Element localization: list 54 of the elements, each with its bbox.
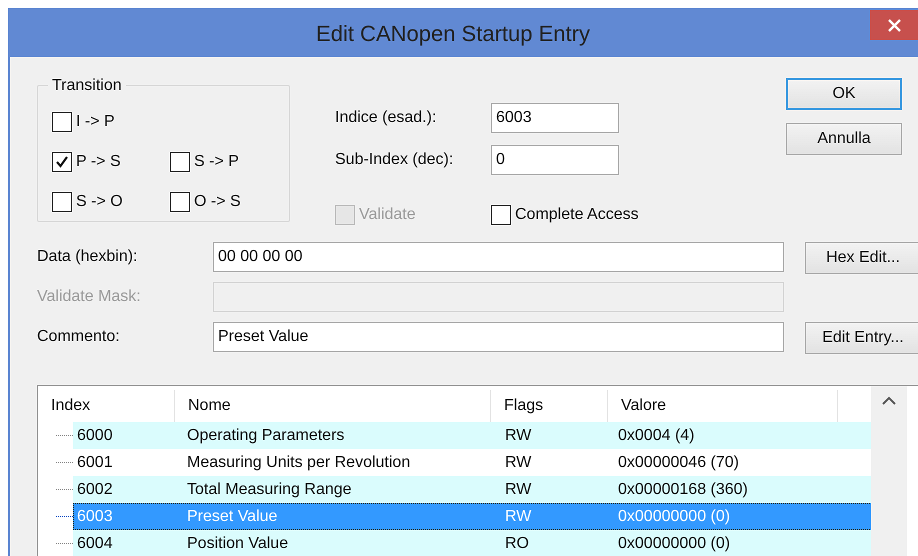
table-row[interactable]: 6002 Total Measuring Range RW 0x00000168 (360) <box>73 476 872 503</box>
flags-cell-text: RW <box>504 480 532 498</box>
checkbox-label: S -> P <box>194 153 239 171</box>
checkbox-label: I -> P <box>76 113 115 131</box>
table-row[interactable]: 6000 Operating Parameters RW 0x0004 (4) <box>73 422 872 449</box>
checkbox-label: Complete Access <box>515 206 639 224</box>
checkbox-label: Validate <box>359 206 416 224</box>
index-cell-text: 6000 <box>76 426 114 444</box>
checkbox[interactable] <box>52 152 72 172</box>
value-cell-text: 0x00000000 (0) <box>617 508 732 526</box>
name-cell-text: Operating Parameters <box>186 426 346 444</box>
field-label: Sub-Index (dec): <box>335 150 454 170</box>
checkbox-label: P -> S <box>76 153 121 171</box>
index-cell-text: 6001 <box>76 454 114 472</box>
flags-cell-text: RW <box>504 426 532 444</box>
value-cell-text: 0x0004 (4) <box>617 426 696 444</box>
flags-cell-text: RW <box>504 508 532 526</box>
value-cell-text: 0x00000046 (70) <box>617 454 740 472</box>
edit-entry-button[interactable]: Edit Entry... <box>805 322 918 354</box>
data-field[interactable]: 00 00 00 00 <box>213 242 784 272</box>
field-label: Indice (esad.): <box>335 108 438 128</box>
close-button[interactable] <box>870 10 918 40</box>
name-cell-text: Preset Value <box>186 508 278 526</box>
name-cell-text: Measuring Units per Revolution <box>186 454 412 472</box>
checkbox[interactable] <box>170 152 190 172</box>
index-field[interactable]: 6003 <box>491 103 619 133</box>
ok-button[interactable]: OK <box>786 78 902 110</box>
checkbox[interactable] <box>170 192 190 212</box>
checkbox-label: O -> S <box>194 193 241 211</box>
close-icon[interactable] <box>888 18 900 32</box>
window-title: Edit CANopen Startup Entry <box>316 20 590 46</box>
comment-field[interactable]: Preset Value <box>213 322 784 352</box>
scrollbar[interactable] <box>871 386 907 556</box>
name-cell-text: Position Value <box>186 534 290 552</box>
name-cell-text: Total Measuring Range <box>186 480 353 498</box>
index-cell-text: 6004 <box>76 534 114 552</box>
hex-edit-button[interactable]: Hex Edit... <box>805 242 918 274</box>
checkbox[interactable] <box>491 205 511 225</box>
value-cell-text: 0x00000168 (360) <box>617 480 749 498</box>
value-cell-text: 0x00000000 (0) <box>617 534 732 552</box>
field-label: Data (hexbin): <box>37 247 138 267</box>
cancel-button[interactable]: Annulla <box>786 123 902 155</box>
scroll-up-icon[interactable] <box>882 396 896 405</box>
flags-cell-text: RO <box>504 534 530 552</box>
field-label: Commento: <box>37 327 121 347</box>
checkbox[interactable] <box>52 112 72 132</box>
index-cell-text: 6002 <box>76 480 114 498</box>
index-cell-text: 6003 <box>76 508 114 526</box>
checkbox[interactable] <box>52 192 72 212</box>
table-row[interactable]: 6004 Position Value RO 0x00000000 (0) <box>73 530 872 556</box>
field-label: Validate Mask: <box>37 287 142 307</box>
flags-cell-text: RW <box>504 454 532 472</box>
subindex-field[interactable]: 0 <box>491 145 619 175</box>
checkbox-label: S -> O <box>76 193 123 211</box>
